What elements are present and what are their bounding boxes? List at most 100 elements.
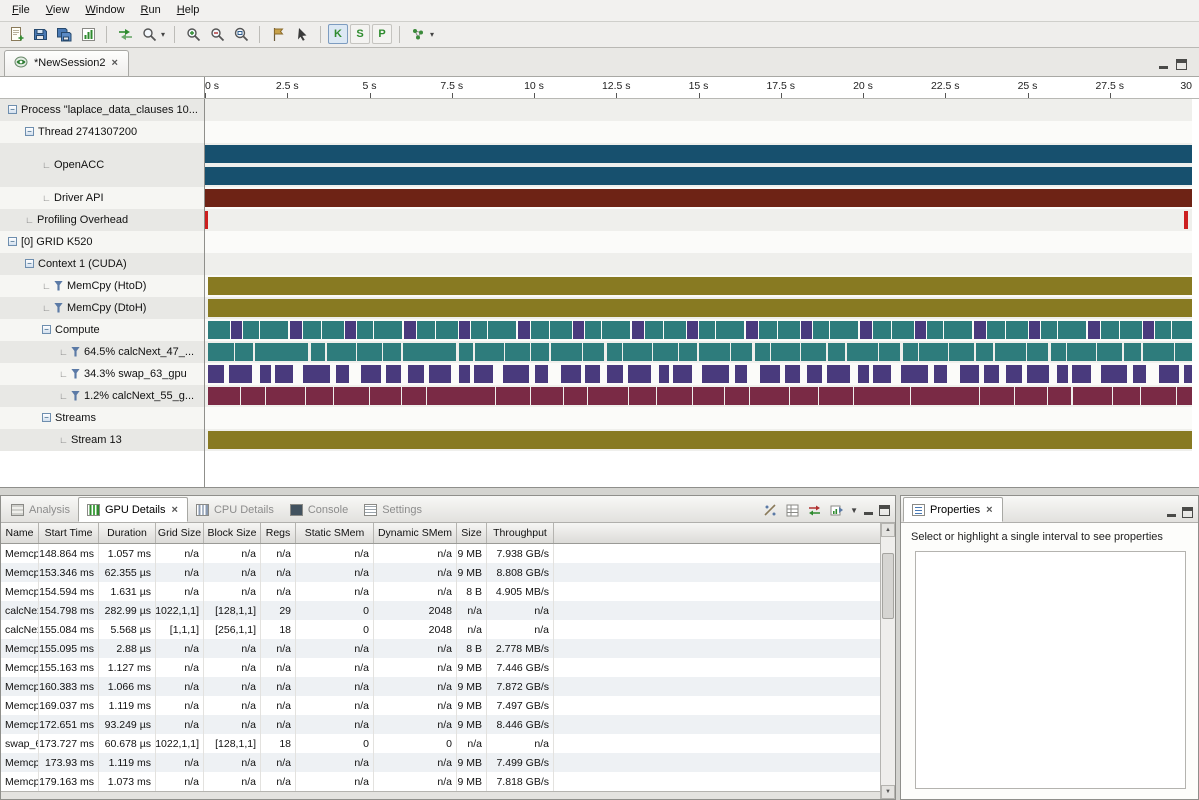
filter-funnel-icon[interactable]: [71, 391, 80, 401]
timeline-interval[interactable]: [830, 321, 858, 339]
grouping-icon[interactable]: [784, 502, 801, 518]
timeline-interval[interactable]: [1101, 365, 1128, 383]
timeline-interval[interactable]: [1088, 321, 1100, 339]
timeline-interval[interactable]: [205, 189, 1192, 207]
table-row[interactable]: Memcpy155.163 ms1.127 msn/an/an/an/an/a9…: [1, 658, 880, 677]
timeline-interval[interactable]: [1120, 321, 1142, 339]
timeline-row-header[interactable]: ∟34.3% swap_63_gpu: [0, 363, 205, 385]
timeline-row-header[interactable]: −Context 1 (CUDA): [0, 253, 205, 275]
timeline-interval[interactable]: [357, 343, 383, 361]
timeline-row-header[interactable]: ∟MemCpy (DtoH): [0, 297, 205, 319]
timeline-interval[interactable]: [311, 343, 326, 361]
timeline-interval[interactable]: [1159, 365, 1179, 383]
timeline-interval[interactable]: [980, 387, 1015, 405]
timeline-lane[interactable]: [205, 187, 1192, 209]
timeline-interval[interactable]: [361, 365, 381, 383]
tab-settings-details[interactable]: Settings: [356, 497, 430, 522]
table-row[interactable]: Memcpy169.037 ms1.119 msn/an/an/an/an/a9…: [1, 696, 880, 715]
timeline-lane[interactable]: [205, 275, 1192, 297]
timeline-interval[interactable]: [531, 387, 563, 405]
timeline-interval[interactable]: [1015, 387, 1047, 405]
timeline-interval[interactable]: [585, 321, 601, 339]
timeline-interval[interactable]: [488, 321, 516, 339]
timeline-interval[interactable]: [417, 321, 436, 339]
timeline-interval[interactable]: [873, 365, 892, 383]
timeline-interval[interactable]: [847, 343, 878, 361]
timeline-interval[interactable]: [995, 343, 1026, 361]
timeline-lane[interactable]: [205, 319, 1192, 341]
timeline-interval[interactable]: [760, 365, 780, 383]
timeline-interval[interactable]: [1073, 387, 1112, 405]
timeline-interval[interactable]: [531, 343, 549, 361]
timeline-row-header[interactable]: ∟Stream 13: [0, 429, 205, 451]
timeline-interval[interactable]: [1101, 321, 1120, 339]
table-row[interactable]: Memcpy148.864 ms1.057 msn/an/an/an/an/a9…: [1, 544, 880, 563]
timeline-interval[interactable]: [303, 321, 322, 339]
timeline-interval[interactable]: [459, 365, 470, 383]
timeline-interval[interactable]: [322, 321, 344, 339]
timeline-interval[interactable]: [1113, 387, 1141, 405]
timeline-interval[interactable]: [664, 321, 686, 339]
menu-window[interactable]: Window: [77, 1, 132, 19]
collapse-toggle-icon[interactable]: −: [8, 237, 17, 246]
timeline-interval[interactable]: [659, 365, 670, 383]
save-all-button[interactable]: [53, 23, 75, 45]
minimize-button[interactable]: [1158, 59, 1169, 70]
filter-funnel-icon[interactable]: [71, 347, 80, 357]
timeline-interval[interactable]: [459, 321, 470, 339]
timeline-interval[interactable]: [290, 321, 302, 339]
close-icon[interactable]: ×: [111, 57, 119, 69]
column-header-duration[interactable]: Duration: [99, 523, 156, 543]
timeline-interval[interactable]: [790, 387, 818, 405]
timeline-interval[interactable]: [208, 277, 1192, 295]
timeline-interval[interactable]: [645, 321, 664, 339]
tab-cpu-details[interactable]: CPU Details: [188, 497, 282, 522]
timeline-interval[interactable]: [471, 321, 487, 339]
timeline-interval[interactable]: [819, 387, 854, 405]
tab-gpu-details[interactable]: GPU Details×: [78, 497, 188, 522]
timeline-interval[interactable]: [607, 365, 623, 383]
timeline-interval[interactable]: [1177, 387, 1192, 405]
timeline-row-header[interactable]: −Process "laplace_data_clauses 10...: [0, 99, 205, 121]
timeline-interval[interactable]: [860, 321, 872, 339]
timeline-interval[interactable]: [960, 365, 980, 383]
timeline-interval[interactable]: [205, 145, 1192, 163]
column-header-block-size[interactable]: Block Size: [204, 523, 261, 543]
column-header-dynamic-smem[interactable]: Dynamic SMem: [374, 523, 457, 543]
timeline-interval[interactable]: [1184, 211, 1187, 229]
view-menu-icon[interactable]: ▼: [850, 506, 858, 515]
timeline-interval[interactable]: [429, 365, 452, 383]
column-header-static-smem[interactable]: Static SMem: [296, 523, 374, 543]
timeline-interval[interactable]: [699, 343, 730, 361]
table-row[interactable]: Memcpy172.651 ms93.249 µsn/an/an/an/an/a…: [1, 715, 880, 734]
timeline-interval[interactable]: [208, 299, 1192, 317]
timeline-interval[interactable]: [687, 321, 698, 339]
minimize-button[interactable]: [1166, 507, 1177, 518]
table-row[interactable]: Memcpy154.594 ms1.631 µsn/an/an/an/an/a8…: [1, 582, 880, 601]
timeline-interval[interactable]: [1041, 321, 1057, 339]
collapse-toggle-icon[interactable]: −: [42, 413, 51, 422]
timeline-interval[interactable]: [623, 343, 652, 361]
timeline-interval[interactable]: [602, 321, 630, 339]
timeline-interval[interactable]: [679, 343, 697, 361]
tab-console-details[interactable]: Console: [282, 497, 356, 522]
timeline-interval[interactable]: [628, 365, 651, 383]
scrollbar-track[interactable]: [881, 537, 895, 785]
timeline-interval[interactable]: [260, 365, 271, 383]
scroll-up-button[interactable]: ▲: [881, 523, 895, 537]
table-row[interactable]: calcNext154.798 ms282.99 µs[1022,1,1][12…: [1, 601, 880, 620]
timeline-row-header[interactable]: ∟Driver API: [0, 187, 205, 209]
filter-funnel-icon[interactable]: [71, 369, 80, 379]
timeline-interval[interactable]: [807, 365, 823, 383]
timeline-interval[interactable]: [1184, 365, 1192, 383]
timeline-interval[interactable]: [205, 211, 208, 229]
timeline-interval[interactable]: [583, 343, 605, 361]
timeline-lane[interactable]: [205, 385, 1192, 407]
timeline-interval[interactable]: [345, 321, 356, 339]
timeline-interval[interactable]: [1057, 365, 1068, 383]
timeline-row-header[interactable]: ∟OpenACC: [0, 143, 205, 187]
timeline-lane[interactable]: [205, 209, 1192, 231]
timeline-lane[interactable]: [205, 231, 1192, 253]
timeline-interval[interactable]: [208, 431, 1192, 449]
horizontal-sash[interactable]: [0, 488, 1199, 495]
